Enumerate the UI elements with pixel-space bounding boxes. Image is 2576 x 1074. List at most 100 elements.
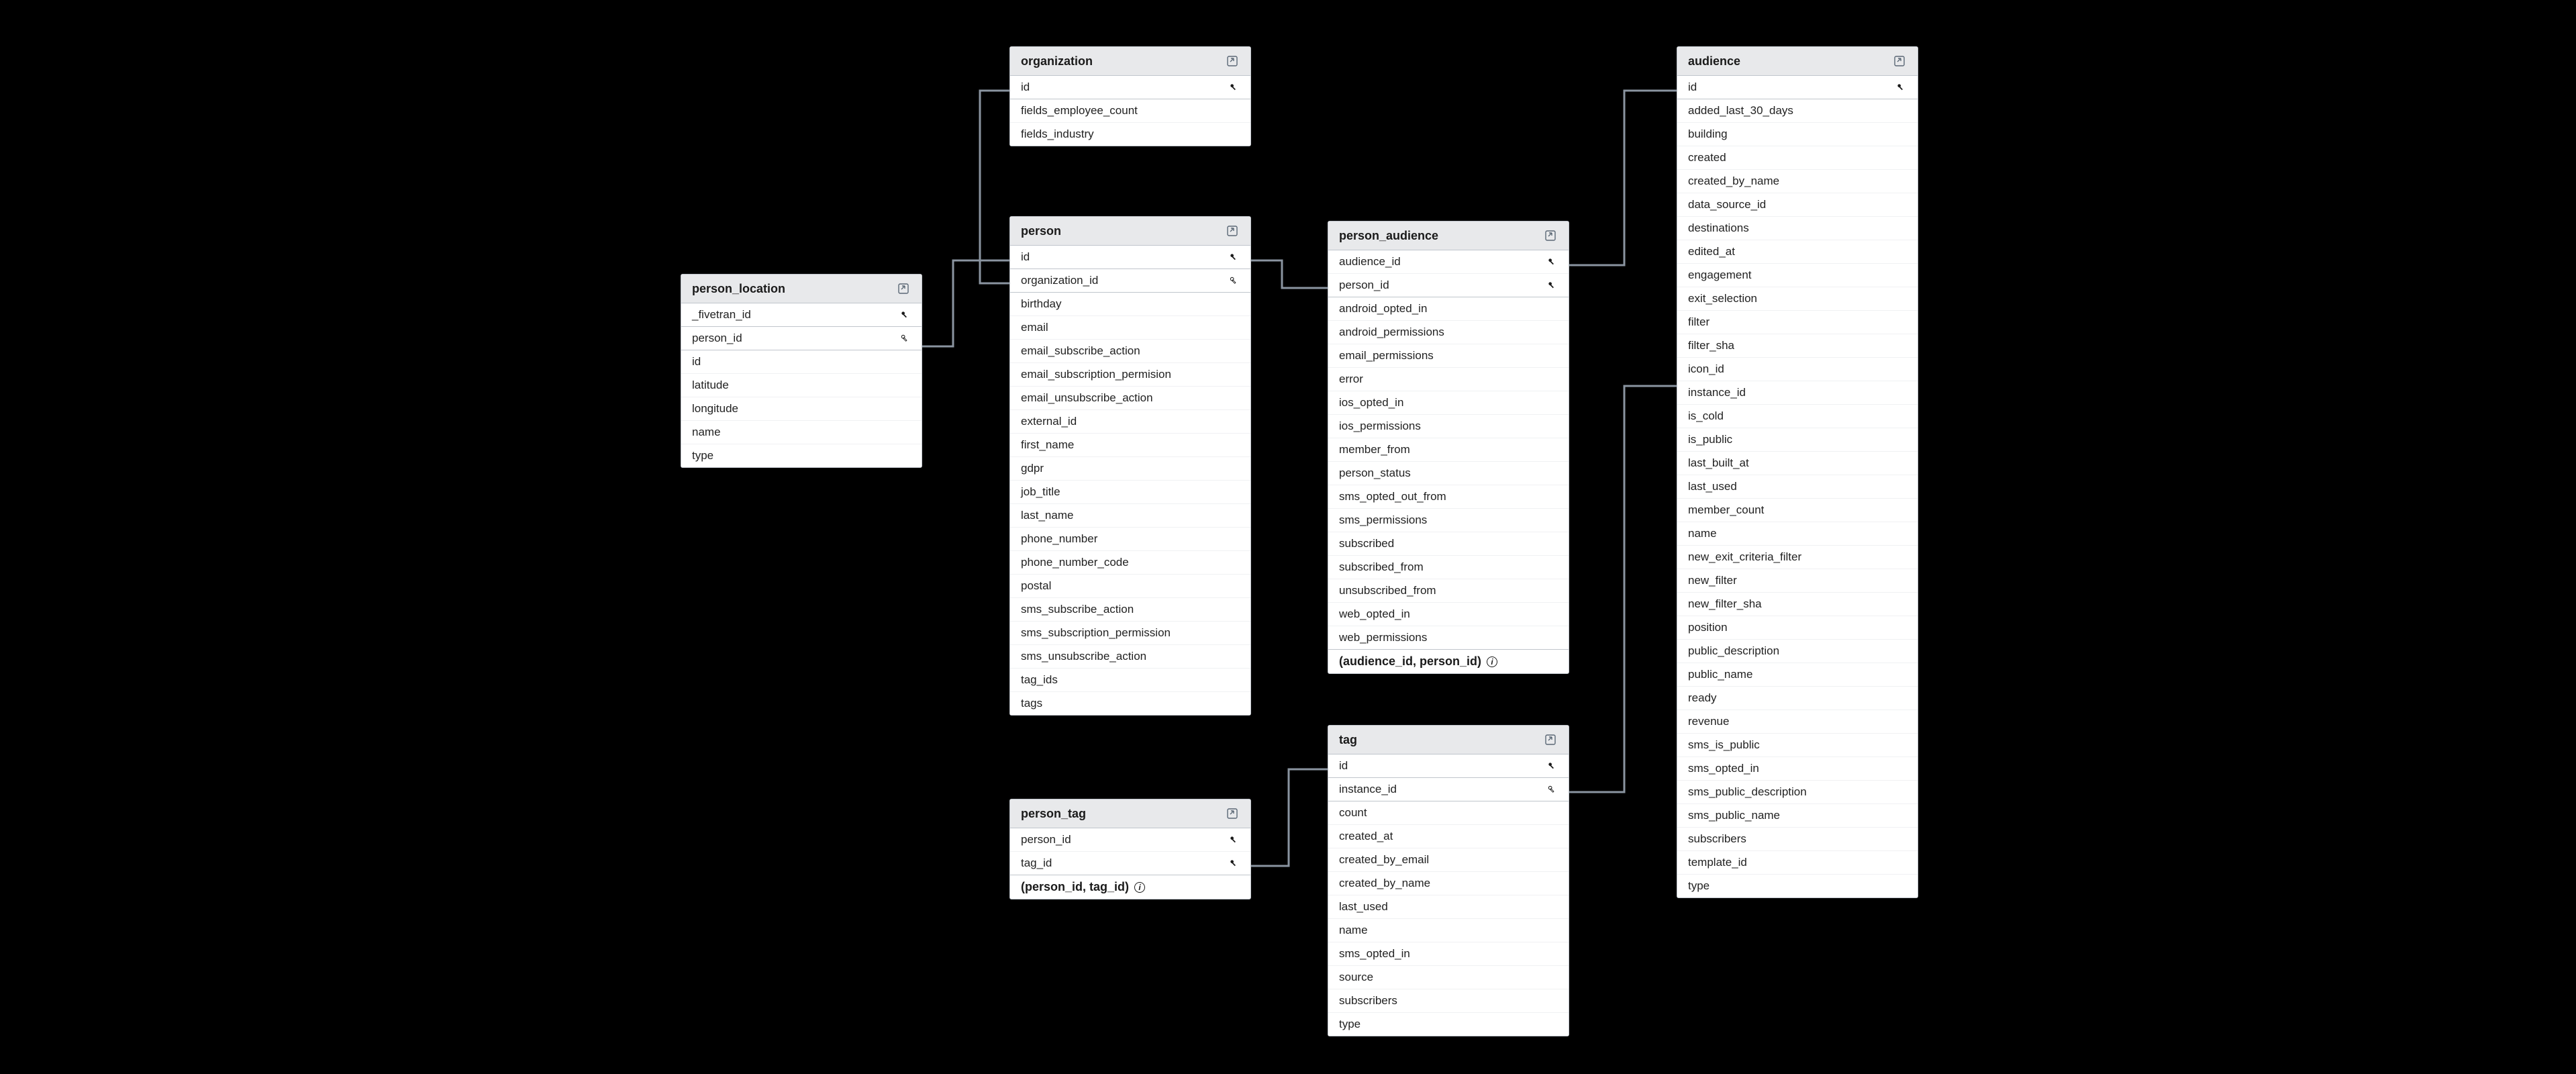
table-title: person_location — [692, 282, 896, 296]
column-name: name — [1688, 527, 1907, 540]
column-name: email_permissions — [1339, 349, 1558, 362]
column-row: phone_number_code — [1010, 551, 1250, 575]
column-row: last_name — [1010, 504, 1250, 528]
column-row: job_title — [1010, 481, 1250, 504]
column-row: fields_industry — [1010, 123, 1250, 146]
expand-icon[interactable] — [1892, 54, 1907, 68]
table-header[interactable]: person_audience — [1328, 222, 1569, 250]
expand-icon[interactable] — [1543, 732, 1558, 747]
column-name: sms_is_public — [1688, 738, 1907, 752]
column-row: subscribed — [1328, 532, 1569, 556]
table-tag[interactable]: tag id instance_id count created_at crea… — [1328, 725, 1569, 1036]
column-row: data_source_id — [1677, 193, 1918, 217]
column-row: instance_id — [1328, 778, 1569, 801]
column-row: tag_ids — [1010, 669, 1250, 692]
expand-icon[interactable] — [1225, 224, 1240, 238]
expand-icon[interactable] — [1225, 806, 1240, 821]
column-name: type — [692, 449, 911, 462]
column-row: web_opted_in — [1328, 603, 1569, 626]
column-name: icon_id — [1688, 362, 1907, 376]
table-person-tag[interactable]: person_tag person_id tag_id (person_id, … — [1009, 799, 1251, 899]
column-name: subscribed_from — [1339, 560, 1558, 574]
column-name: sms_opted_out_from — [1339, 490, 1558, 503]
table-header[interactable]: tag — [1328, 726, 1569, 754]
column-row: ios_permissions — [1328, 415, 1569, 438]
column-row: name — [681, 421, 922, 444]
column-row: ready — [1677, 687, 1918, 710]
column-row: name — [1328, 919, 1569, 942]
connection-lines — [0, 0, 2576, 1074]
column-name: type — [1688, 879, 1907, 893]
column-name: id — [1021, 250, 1222, 264]
table-header[interactable]: audience — [1677, 47, 1918, 76]
column-name: fields_industry — [1021, 128, 1240, 141]
table-header[interactable]: organization — [1010, 47, 1250, 76]
column-name: is_public — [1688, 433, 1907, 446]
column-row: created_at — [1328, 825, 1569, 848]
info-icon[interactable]: i — [1134, 882, 1145, 893]
table-header[interactable]: person — [1010, 217, 1250, 246]
table-person-location[interactable]: person_location _fivetran_id person_id i… — [681, 274, 922, 468]
column-row: filter — [1677, 311, 1918, 334]
table-header[interactable]: person_tag — [1010, 799, 1250, 828]
table-person-audience[interactable]: person_audience audience_id person_id an… — [1328, 221, 1569, 674]
column-name: person_id — [1339, 279, 1540, 292]
column-name: added_last_30_days — [1688, 104, 1907, 117]
column-name: ready — [1688, 691, 1907, 705]
column-row: sms_subscribe_action — [1010, 598, 1250, 622]
column-name: person_id — [692, 332, 893, 345]
column-name: last_name — [1021, 509, 1240, 522]
key-icon — [1546, 257, 1558, 266]
table-person[interactable]: person id organization_id birthday email… — [1009, 216, 1251, 716]
table-header[interactable]: person_location — [681, 275, 922, 303]
column-name: created — [1688, 151, 1907, 164]
column-name: last_used — [1339, 900, 1558, 914]
column-name: phone_number — [1021, 532, 1240, 546]
column-name: new_filter — [1688, 574, 1907, 587]
erd-canvas: person_location _fivetran_id person_id i… — [0, 0, 2576, 1074]
column-row: android_opted_in — [1328, 297, 1569, 321]
column-name: last_used — [1688, 480, 1907, 493]
composite-key-row: (person_id, tag_id) i — [1010, 875, 1250, 899]
column-name: public_name — [1688, 668, 1907, 681]
expand-icon[interactable] — [896, 281, 911, 296]
column-row: sms_subscription_permission — [1010, 622, 1250, 645]
column-row: sms_opted_out_from — [1328, 485, 1569, 509]
column-row: created_by_email — [1328, 848, 1569, 872]
composite-key-row: (audience_id, person_id) i — [1328, 650, 1569, 673]
column-name: sms_permissions — [1339, 514, 1558, 527]
column-name: revenue — [1688, 715, 1907, 728]
column-name: subscribers — [1688, 832, 1907, 846]
column-name: type — [1339, 1018, 1558, 1031]
column-row: subscribers — [1677, 828, 1918, 851]
foreign-key-icon — [899, 334, 911, 343]
column-name: new_filter_sha — [1688, 597, 1907, 611]
column-row: created_by_name — [1677, 170, 1918, 193]
column-row: sms_public_description — [1677, 781, 1918, 804]
composite-key-label: (person_id, tag_id) — [1021, 880, 1129, 894]
column-name: sms_opted_in — [1688, 762, 1907, 775]
table-organization[interactable]: organization id fields_employee_count fi… — [1009, 46, 1251, 146]
column-name: tags — [1021, 697, 1240, 710]
expand-icon[interactable] — [1543, 228, 1558, 243]
column-name: email_unsubscribe_action — [1021, 391, 1240, 405]
column-row: email_permissions — [1328, 344, 1569, 368]
column-row: new_exit_criteria_filter — [1677, 546, 1918, 569]
column-name: id — [1339, 759, 1540, 773]
info-icon[interactable]: i — [1487, 656, 1497, 667]
key-icon — [1228, 83, 1240, 92]
column-row: is_public — [1677, 428, 1918, 452]
key-icon — [1546, 281, 1558, 290]
column-row: id — [681, 350, 922, 374]
column-row: last_used — [1677, 475, 1918, 499]
column-name: web_permissions — [1339, 631, 1558, 644]
column-name: email_subscribe_action — [1021, 344, 1240, 358]
column-name: instance_id — [1339, 783, 1540, 796]
column-name: id — [1021, 81, 1222, 94]
column-row: name — [1677, 522, 1918, 546]
table-audience[interactable]: audience id added_last_30_days building … — [1677, 46, 1918, 898]
expand-icon[interactable] — [1225, 54, 1240, 68]
column-row: tag_id — [1010, 852, 1250, 875]
column-name: data_source_id — [1688, 198, 1907, 211]
column-name: filter_sha — [1688, 339, 1907, 352]
